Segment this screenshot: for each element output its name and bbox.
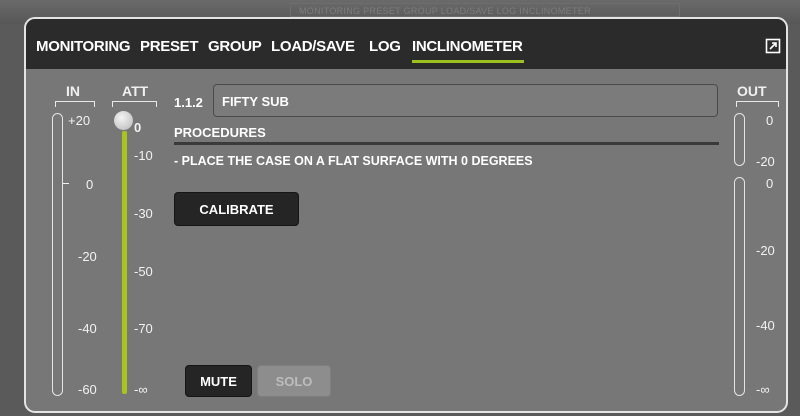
in-meter-bracket <box>55 101 95 107</box>
in-scale-tick <box>63 183 69 184</box>
att-scale-label: -70 <box>134 321 153 336</box>
tab-log[interactable]: LOG <box>369 38 401 55</box>
tab-group[interactable]: GROUP <box>208 38 262 55</box>
att-scale-label: -∞ <box>134 382 148 397</box>
att-fader-track[interactable] <box>122 131 127 394</box>
att-scale-label: -10 <box>134 148 153 163</box>
in-level-meter <box>52 113 63 396</box>
att-fader-label: ATT <box>122 83 149 99</box>
background-window-ghost-tabs: MONITORING PRESET GROUP LOAD/SAVE LOG IN… <box>290 3 680 17</box>
out-level-meter-lower <box>734 177 745 396</box>
tab-bar: MONITORING PRESET GROUP LOAD/SAVE LOG IN… <box>26 19 786 69</box>
channel-name-field[interactable]: FIFTY SUB <box>213 84 718 117</box>
tab-inclinometer[interactable]: INCLINOMETER <box>412 38 523 55</box>
att-scale-label: -50 <box>134 264 153 279</box>
out-scale-label: -20 <box>756 154 775 169</box>
in-meter-label: IN <box>66 83 80 99</box>
tab-preset[interactable]: PRESET <box>140 38 199 55</box>
out-scale-label: -40 <box>756 318 775 333</box>
in-scale-label: +20 <box>68 113 91 128</box>
att-scale-label: -30 <box>134 206 153 221</box>
out-scale-label: -∞ <box>756 382 770 397</box>
inclinometer-panel: MONITORING PRESET GROUP LOAD/SAVE LOG IN… <box>24 17 788 413</box>
att-fader-knob[interactable] <box>114 111 133 130</box>
channel-name-value: FIFTY SUB <box>222 94 289 109</box>
out-scale-label: 0 <box>766 176 774 191</box>
expand-icon[interactable] <box>765 38 781 54</box>
solo-button[interactable]: SOLO <box>257 365 331 397</box>
active-tab-underline <box>412 60 524 63</box>
mute-button[interactable]: MUTE <box>185 365 252 397</box>
procedures-title: PROCEDURES <box>174 125 266 140</box>
out-level-meter-upper <box>734 113 745 166</box>
in-scale-label: -40 <box>78 321 97 336</box>
in-scale-label: -60 <box>78 382 97 397</box>
procedures-divider <box>174 142 719 145</box>
tab-monitoring[interactable]: MONITORING <box>36 38 131 55</box>
tab-load-save[interactable]: LOAD/SAVE <box>271 38 355 55</box>
att-scale-label: 0 <box>134 120 142 135</box>
att-fader-bracket <box>112 101 157 107</box>
out-meter-label: OUT <box>737 83 767 99</box>
calibrate-button[interactable]: CALIBRATE <box>174 192 299 226</box>
in-scale-label: -20 <box>78 249 97 264</box>
out-scale-label: 0 <box>766 113 774 128</box>
out-scale-label: -20 <box>756 243 775 258</box>
out-meter-bracket <box>736 101 779 107</box>
in-scale-label: 0 <box>86 177 94 192</box>
channel-id: 1.1.2 <box>174 95 203 110</box>
procedure-step: - PLACE THE CASE ON A FLAT SURFACE WITH … <box>174 154 533 168</box>
